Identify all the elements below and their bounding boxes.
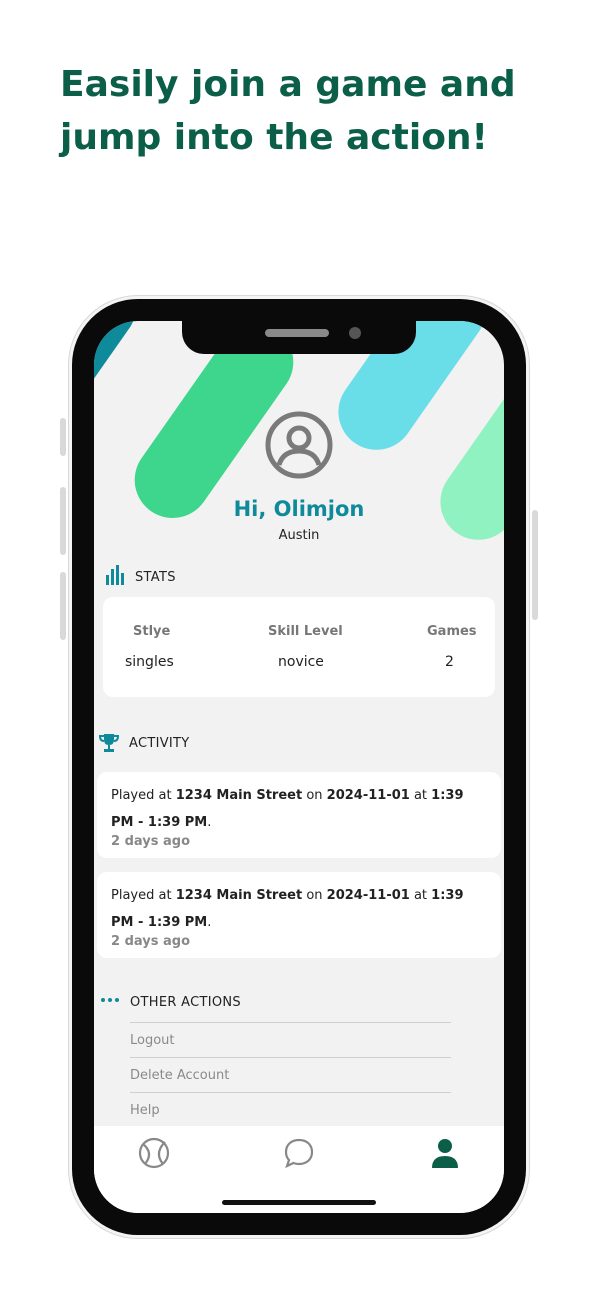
tennis-ball-icon[interactable] — [137, 1136, 171, 1170]
divider — [130, 1022, 451, 1023]
activity-time-ago: 2 days ago — [111, 934, 190, 949]
activity-place: 1234 Main Street — [175, 788, 303, 803]
other-actions-title: OTHER ACTIONS — [130, 995, 241, 1010]
chat-bubble-icon[interactable] — [282, 1136, 316, 1170]
power-button — [532, 510, 538, 620]
activity-title: ACTIVITY — [129, 736, 190, 751]
notch — [182, 321, 416, 354]
tab-bar — [94, 1126, 504, 1213]
activity-date: 2024-11-01 — [326, 888, 410, 903]
trophy-icon — [99, 734, 119, 752]
home-indicator — [222, 1200, 376, 1205]
greeting: Hi, Olimjon — [233, 497, 365, 521]
speaker-grille — [265, 329, 329, 337]
more-dots-icon — [101, 998, 119, 1002]
divider — [130, 1092, 451, 1093]
activity-date: 2024-11-01 — [326, 788, 410, 803]
volume-down-button — [60, 572, 66, 640]
activity-description: Played at 1234 Main Street on 2024-11-01… — [111, 788, 464, 830]
bar-chart-icon — [106, 565, 124, 585]
stat-value-games: 2 — [445, 654, 454, 670]
profile-icon[interactable] — [428, 1136, 462, 1170]
stats-card: Stlye Skill Level Games singles novice 2 — [103, 597, 495, 697]
user-circle-icon[interactable] — [265, 411, 333, 479]
activity-description: Played at 1234 Main Street on 2024-11-01… — [111, 888, 464, 930]
front-camera — [349, 327, 361, 339]
activity-item[interactable]: Played at 1234 Main Street on 2024-11-01… — [97, 772, 501, 858]
headline: Easily join a game and jump into the act… — [60, 64, 516, 158]
stat-value-style: singles — [125, 654, 174, 670]
app-screen: Hi, Olimjon Austin STATS Stlye Skill Lev… — [94, 321, 504, 1213]
delete-account-link[interactable]: Delete Account — [130, 1068, 450, 1083]
divider — [130, 1057, 451, 1058]
stripe-teal — [94, 321, 143, 449]
phone-mockup: Hi, Olimjon Austin STATS Stlye Skill Lev… — [60, 295, 538, 1239]
help-link[interactable]: Help — [130, 1103, 450, 1118]
mute-switch — [60, 418, 66, 456]
activity-time-ago: 2 days ago — [111, 834, 190, 849]
stat-label-style: Stlye — [133, 624, 171, 639]
stat-label-skill: Skill Level — [268, 624, 343, 639]
stats-title: STATS — [135, 570, 176, 585]
activity-item[interactable]: Played at 1234 Main Street on 2024-11-01… — [97, 872, 501, 958]
user-location: Austin — [278, 528, 320, 543]
volume-up-button — [60, 487, 66, 555]
activity-place: 1234 Main Street — [175, 888, 303, 903]
logout-link[interactable]: Logout — [130, 1033, 450, 1048]
stat-label-games: Games — [427, 624, 477, 639]
stat-value-skill: novice — [278, 654, 324, 670]
